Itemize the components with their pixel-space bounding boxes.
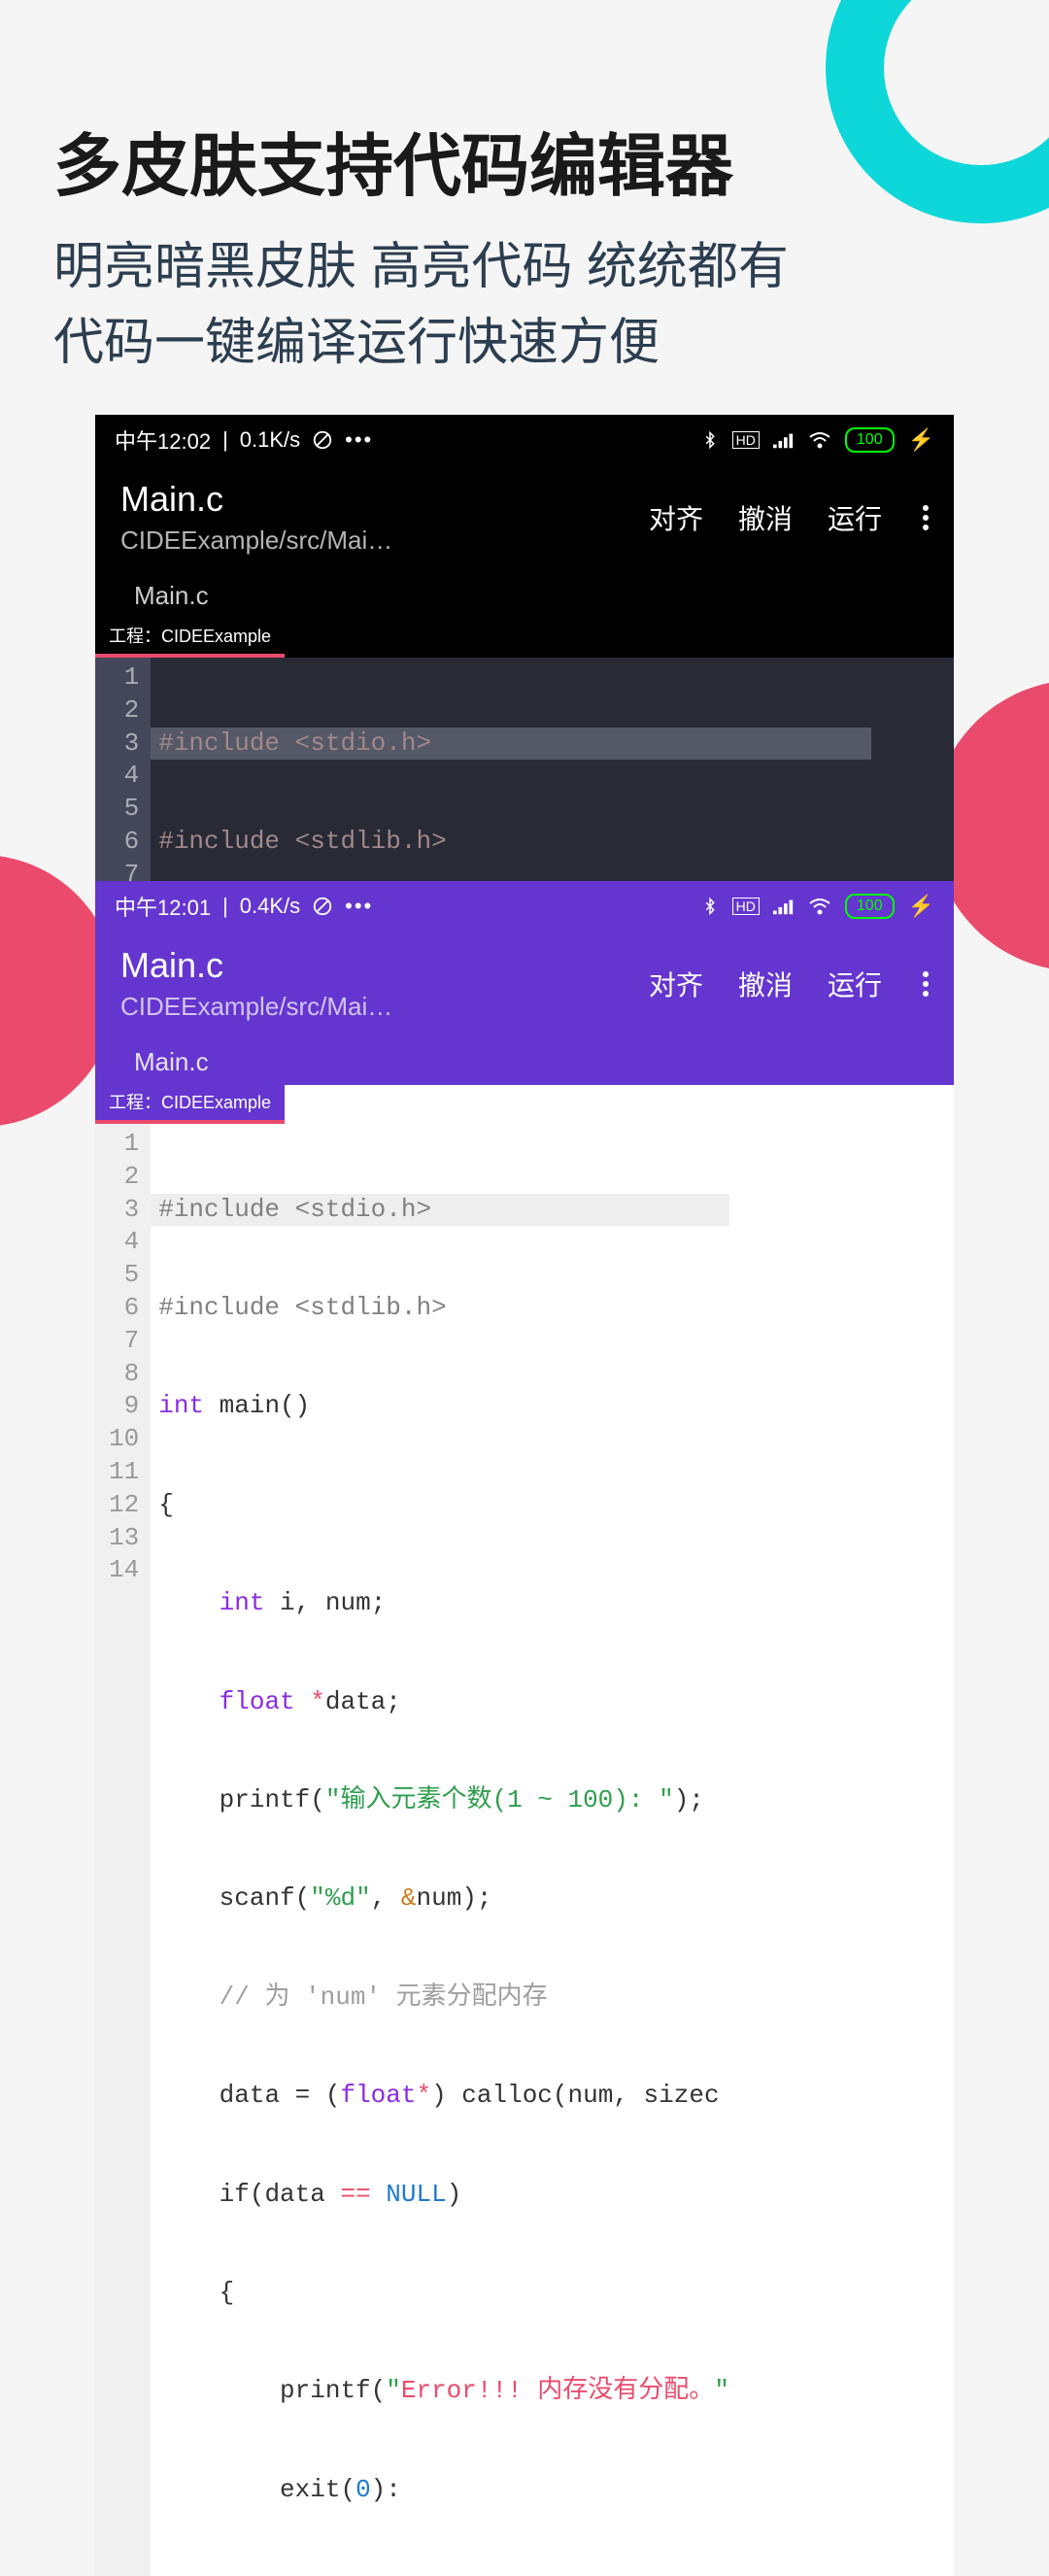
signal-icon	[773, 431, 795, 449]
charging-icon: ⚡	[908, 894, 934, 919]
tab-row: Main.c	[95, 569, 954, 619]
status-netspeed: 0.4K/s	[240, 894, 300, 919]
hd-icon: HD	[732, 431, 760, 449]
bluetooth-icon	[701, 429, 719, 451]
app-bar: Main.c CIDEExample/src/Mai… 对齐 撤消 运行	[95, 465, 954, 569]
battery-indicator: 100	[845, 427, 895, 453]
code-editor[interactable]: 1234567891011121314 #include <stdio.h> #…	[95, 1124, 954, 2576]
file-title: Main.c	[120, 479, 649, 520]
battery-indicator: 100	[845, 894, 895, 919]
more-vertical-icon[interactable]	[917, 971, 934, 997]
status-time: 中午12:02	[115, 424, 211, 456]
more-vertical-icon[interactable]	[917, 505, 934, 530]
tab-main-c[interactable]: Main.c	[134, 581, 209, 619]
status-netspeed: 0.1K/s	[240, 427, 300, 453]
file-title: Main.c	[120, 945, 649, 986]
run-button[interactable]: 运行	[828, 965, 882, 1003]
bluetooth-icon	[701, 896, 719, 917]
project-label: 工程：CIDEExample	[95, 619, 285, 658]
file-path: CIDEExample/src/Mai…	[120, 992, 649, 1022]
undo-button[interactable]: 撤消	[738, 498, 793, 537]
hero-subtitle-2: 代码一键编译运行快速方便	[53, 305, 996, 381]
run-button[interactable]: 运行	[828, 498, 882, 537]
file-path: CIDEExample/src/Mai…	[120, 525, 649, 556]
code-area[interactable]: #include <stdio.h> #include <stdlib.h> i…	[151, 1124, 729, 2576]
app-bar: Main.c CIDEExample/src/Mai… 对齐 撤消 运行	[95, 932, 954, 1035]
hero-subtitle-1: 明亮暗黑皮肤 高亮代码 统统都有	[53, 229, 996, 305]
wifi-icon	[808, 898, 831, 915]
more-horizontal-icon: •••	[345, 894, 373, 919]
line-gutter: 1234567891011121314	[95, 1124, 151, 2576]
wifi-icon	[808, 431, 831, 449]
charging-icon: ⚡	[908, 427, 934, 453]
dnd-icon	[312, 896, 333, 917]
status-time: 中午12:01	[115, 891, 211, 922]
hd-icon: HD	[732, 898, 760, 915]
project-label: 工程：CIDEExample	[95, 1085, 285, 1124]
tab-main-c[interactable]: Main.c	[134, 1047, 209, 1085]
phone-screenshot-light: 中午12:01 | 0.4K/s ••• HD 100	[95, 881, 954, 2576]
tab-row: Main.c	[95, 1035, 954, 1085]
align-button[interactable]: 对齐	[649, 498, 703, 537]
signal-icon	[773, 898, 795, 915]
status-bar: 中午12:02 | 0.1K/s ••• HD 100	[95, 415, 954, 465]
undo-button[interactable]: 撤消	[738, 965, 793, 1003]
dnd-icon	[312, 429, 333, 451]
align-button[interactable]: 对齐	[649, 965, 703, 1003]
more-horizontal-icon: •••	[345, 427, 373, 453]
status-bar: 中午12:01 | 0.4K/s ••• HD 100	[95, 881, 954, 932]
